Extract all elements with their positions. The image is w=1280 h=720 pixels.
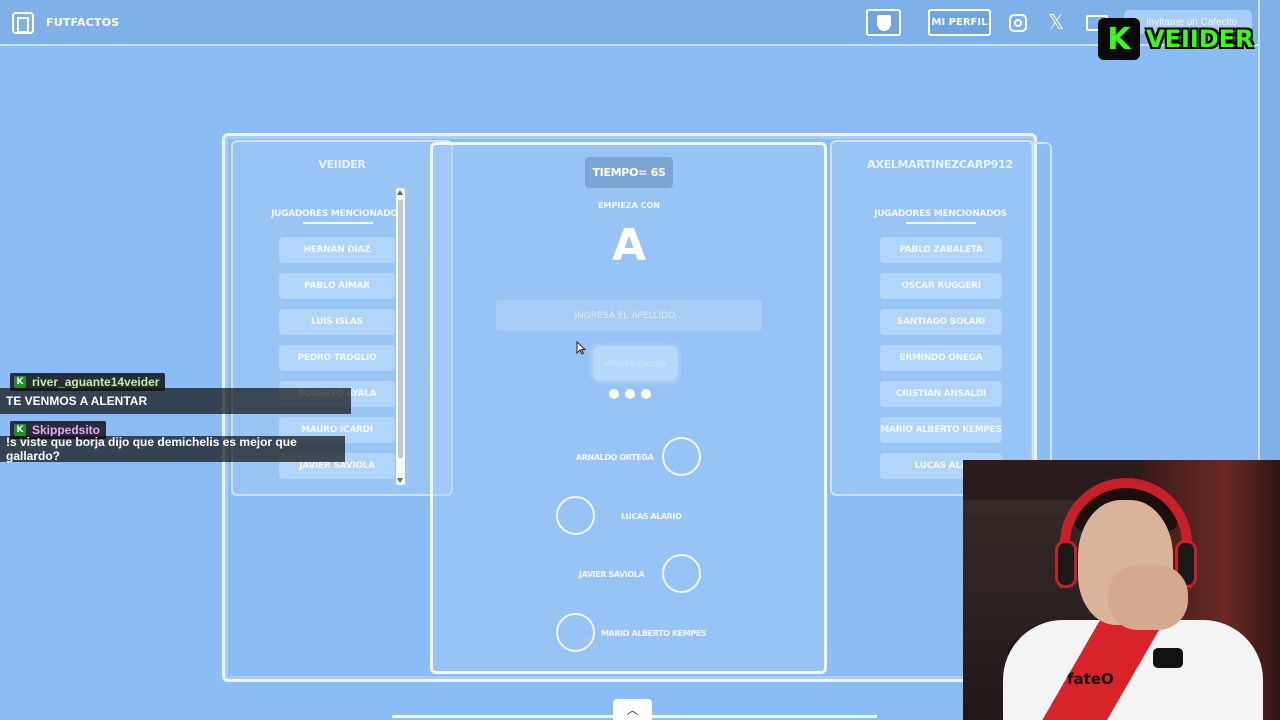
break-chain-button[interactable]: ROMPER CADENA bbox=[594, 347, 677, 380]
page-scrollbar-track bbox=[1258, 0, 1280, 460]
futfactos-logo-icon[interactable] bbox=[12, 12, 34, 34]
chat-message: !s viste que borja dijo que demichelis e… bbox=[0, 435, 345, 463]
chain-node-circle bbox=[556, 496, 595, 535]
starts-with-label: EMPIEZA CON bbox=[598, 201, 660, 210]
surname-input[interactable] bbox=[496, 300, 762, 331]
chain-node-circle bbox=[662, 554, 701, 593]
jersey bbox=[1003, 620, 1263, 720]
right-player-name: AXELMARTINEZCARP912 bbox=[867, 158, 1013, 171]
streamer-logo: K VEIIDER bbox=[1098, 16, 1268, 62]
chain-node-circle bbox=[556, 613, 595, 652]
chain-player-name: LUCAS ALARIO bbox=[621, 512, 682, 521]
chat-message: TE VENMOS A ALENTAR bbox=[0, 388, 351, 414]
jersey-sponsor-text: fateO bbox=[1067, 670, 1114, 688]
chat-username-text: river_aguante14veider bbox=[32, 375, 160, 389]
chain-node-circle bbox=[662, 437, 701, 476]
right-mentioned-list: PABLO ZABALETA OSCAR RUGGERI SANTIAGO SO… bbox=[880, 237, 1002, 489]
timer-badge: TIEMPO= 6S bbox=[585, 157, 673, 188]
loading-dots-icon bbox=[609, 389, 651, 399]
chain-player-name: JAVIER SAVIOLA bbox=[579, 570, 645, 579]
shield-icon bbox=[876, 14, 891, 31]
list-item: HERNAN DÍAZ bbox=[279, 237, 395, 263]
left-list-scrollbar[interactable] bbox=[396, 188, 405, 485]
brand-title[interactable]: FUTFACTOS bbox=[46, 16, 119, 29]
list-item: PABLO ZABALETA bbox=[880, 237, 1002, 263]
scroll-down-icon[interactable] bbox=[397, 478, 403, 483]
list-item: OSCAR RUGGERI bbox=[880, 273, 1002, 299]
list-item: SANTIAGO SOLARI bbox=[880, 309, 1002, 335]
left-section-title: JUGADORES MENCIONADOS bbox=[271, 209, 404, 224]
list-item: LUIS ISLAS bbox=[279, 309, 395, 335]
streamer-webcam: fateO bbox=[963, 460, 1280, 720]
wristwatch bbox=[1153, 648, 1183, 668]
kick-logo-icon: K bbox=[1098, 18, 1140, 60]
start-letter: A bbox=[611, 220, 647, 271]
chain-player-name: MARIO ALBERTO KEMPES bbox=[601, 629, 707, 638]
club-shield-button[interactable] bbox=[866, 9, 901, 36]
x-twitter-icon[interactable]: 𝕏 bbox=[1048, 10, 1064, 34]
list-item: ERMINDO ONEGA bbox=[880, 345, 1002, 371]
right-section-title: JUGADORES MENCIONADOS bbox=[874, 209, 1007, 224]
streamer-logo-word: VEIIDER bbox=[1146, 25, 1254, 53]
expand-up-chevron-icon[interactable]: ︿ bbox=[613, 699, 652, 720]
profile-button[interactable]: MI PERFIL bbox=[928, 9, 991, 36]
list-item: PABLO AIMAR bbox=[279, 273, 395, 299]
left-player-name: VEIIDER bbox=[318, 158, 366, 171]
chain-player-name: ARNALDO ORTEGA bbox=[576, 453, 654, 462]
list-item: MARIO ALBERTO KEMPES bbox=[880, 417, 1002, 443]
list-item: CRISTIAN ANSALDI bbox=[880, 381, 1002, 407]
top-navbar bbox=[0, 0, 1258, 46]
scroll-up-icon[interactable] bbox=[397, 190, 403, 195]
kick-badge-icon: K bbox=[14, 376, 26, 388]
scroll-thumb[interactable] bbox=[398, 200, 403, 458]
list-item: PEDRO TROGLIO bbox=[279, 345, 395, 371]
instagram-icon[interactable] bbox=[1009, 14, 1027, 32]
